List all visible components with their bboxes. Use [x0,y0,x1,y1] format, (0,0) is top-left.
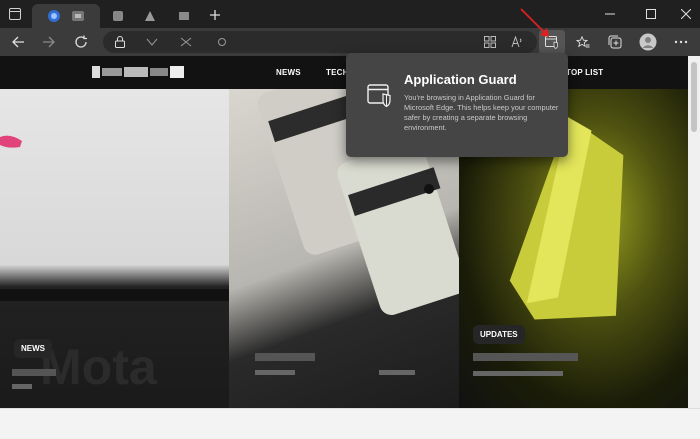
arrow-left-icon[interactable] [10,34,26,50]
article-title-placeholder [473,353,578,361]
nav-news[interactable]: NEWS [276,68,301,77]
site-favicon-icon [113,11,123,21]
site-logo-icon[interactable] [92,65,184,79]
tab-active[interactable] [32,4,100,28]
more-icon[interactable] [672,34,690,50]
tab[interactable] [170,4,198,28]
page-bottom-area [0,408,700,439]
popup-title: Application Guard [404,72,517,87]
article-title-placeholder [12,369,56,376]
application-guard-icon [366,83,394,109]
site-favicon-icon [72,11,84,21]
url-text-icon [145,36,159,48]
tab-actions-icon[interactable] [8,7,22,21]
site-favicon-icon [179,12,189,20]
scrollbar-thumb[interactable] [691,62,697,132]
annotation-arrow-icon [520,8,549,37]
article-card[interactable]: Mota NEWS [0,89,229,408]
url-text-icon [179,36,193,48]
svg-text:Mota: Mota [40,339,158,395]
favorites-icon[interactable] [575,34,591,50]
address-bar[interactable] [103,31,537,53]
tab-bar [0,0,700,28]
close-icon[interactable] [678,7,694,21]
site-favicon-icon [48,10,60,22]
article-title-placeholder [255,370,295,375]
app-available-icon[interactable] [483,35,497,49]
application-guard-popup: Application Guard You're browsing in App… [346,53,568,157]
site-favicon-icon [145,11,155,21]
article-image: Mota [0,135,229,395]
nav-top-list[interactable]: TOP LIST [566,68,603,77]
plus-icon[interactable] [207,7,223,23]
maximize-icon[interactable] [643,7,659,21]
site-header: NEWS TECH TOP LIST [0,56,688,89]
web-content: NEWS TECH TOP LIST Mota NEWS UPDATES [0,56,688,408]
minimize-icon[interactable] [602,7,618,21]
article-title-placeholder [473,371,563,376]
article-title-placeholder [255,353,315,361]
lock-icon[interactable] [113,35,127,49]
category-badge[interactable]: NEWS [14,339,52,358]
popup-description: You're browsing in Application Guard for… [404,93,559,132]
url-text-icon [215,36,229,48]
profile-icon[interactable] [638,32,658,52]
tab[interactable] [136,4,164,28]
refresh-icon[interactable] [73,34,89,50]
article-title-placeholder [379,370,415,375]
arrow-right-icon[interactable] [41,34,57,50]
article-title-placeholder [12,384,32,389]
toolbar [0,28,700,56]
collections-icon[interactable] [607,34,623,50]
scrollbar[interactable] [688,56,700,408]
category-badge[interactable]: UPDATES [473,325,525,344]
tab[interactable] [104,4,132,28]
